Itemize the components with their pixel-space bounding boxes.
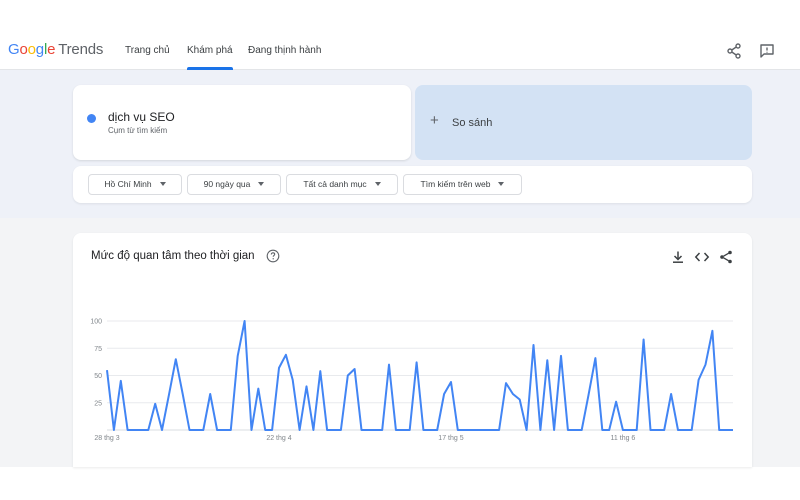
nav-explore[interactable]: Khám phá xyxy=(187,32,233,70)
region-dropdown[interactable]: Hồ Chí Minh xyxy=(88,174,182,195)
top-app-bar: Google Trends Trang chủ Khám phá Đang thị… xyxy=(0,32,800,70)
search-term-card[interactable]: dịch vụ SEO Cụm từ tìm kiếm xyxy=(73,85,411,160)
chevron-down-icon xyxy=(498,182,505,186)
category-value: Tất cả danh mục xyxy=(303,179,367,189)
search-term-type: Cụm từ tìm kiếm xyxy=(108,126,168,135)
y-tick-label: 100 xyxy=(90,319,102,326)
search-type-value: Tìm kiếm trên web xyxy=(420,179,491,189)
compare-button[interactable]: + So sánh xyxy=(415,85,752,160)
x-tick-label: 28 thg 3 xyxy=(94,435,119,442)
chevron-down-icon xyxy=(159,182,166,186)
y-tick-label: 75 xyxy=(94,346,102,353)
interest-line-chart: 25 50 75 100 28 thg 3 22 thg 4 17 thg 5 11 thg … xyxy=(90,319,733,442)
y-tick-label: 25 xyxy=(94,400,102,407)
x-tick-label: 22 thg 4 xyxy=(266,435,291,442)
chevron-down-icon xyxy=(258,182,265,186)
period-value: 90 ngày qua xyxy=(203,179,251,189)
search-type-dropdown[interactable]: Tìm kiếm trên web xyxy=(403,174,522,195)
y-tick-label: 50 xyxy=(94,373,102,380)
page-bottom xyxy=(0,467,800,500)
nav-trending[interactable]: Đang thịnh hành xyxy=(248,32,321,70)
feedback-icon[interactable] xyxy=(757,41,777,61)
region-value: Hồ Chí Minh xyxy=(104,179,152,189)
interest-over-time-card: Mức độ quan tâm theo thời gian 25 50 75 100… xyxy=(73,233,752,467)
series-color-dot xyxy=(87,114,96,123)
filter-bar: Hồ Chí Minh 90 ngày qua Tất cả danh mục … xyxy=(73,166,752,203)
chevron-down-icon xyxy=(374,182,381,186)
x-tick-label: 17 thg 5 xyxy=(438,435,463,442)
google-trends-logo[interactable]: Google Trends xyxy=(8,41,103,58)
nav-home[interactable]: Trang chủ xyxy=(125,32,170,70)
plus-icon: + xyxy=(430,112,439,129)
compare-label: So sánh xyxy=(452,117,493,129)
period-dropdown[interactable]: 90 ngày qua xyxy=(187,174,281,195)
search-term[interactable]: dịch vụ SEO xyxy=(108,110,175,124)
x-tick-label: 11 thg 6 xyxy=(611,435,636,442)
category-dropdown[interactable]: Tất cả danh mục xyxy=(286,174,398,195)
share-icon[interactable] xyxy=(724,41,744,61)
